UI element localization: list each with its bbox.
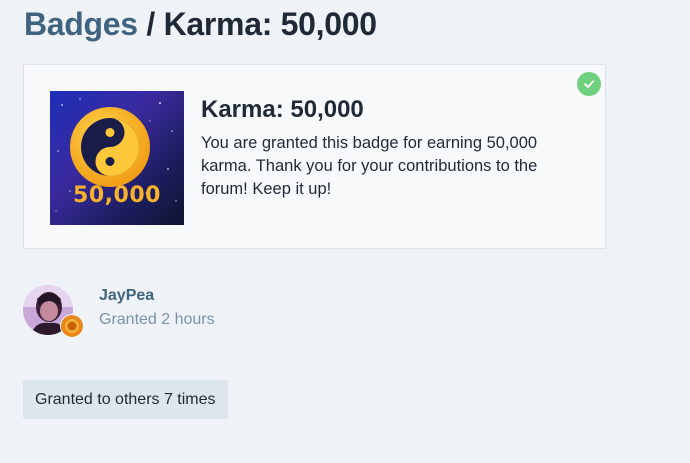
badges-breadcrumb-link[interactable]: Badges [24,6,138,42]
breadcrumb-separator: / [146,6,155,42]
granted-time: Granted 2 hours [99,311,215,328]
check-icon [577,72,601,96]
page-title: Badges / Karma: 50,000 [24,4,377,44]
badge-title: Karma: 50,000 [163,6,377,42]
avatar-container[interactable] [23,285,84,338]
granted-user: JayPea Granted 2 hours [23,285,323,338]
badge-image: 50,000 [50,91,184,225]
karma-badge-icon [60,314,84,338]
username-link[interactable]: JayPea [99,287,154,305]
badge-name: Karma: 50,000 [201,96,364,123]
badge-card: 50,000 Karma: 50,000 You are granted thi… [23,64,606,249]
badge-image-label: 50,000 [73,183,161,208]
granted-to-others-button[interactable]: Granted to others 7 times [23,380,228,419]
badge-description: You are granted this badge for earning 5… [201,134,538,198]
